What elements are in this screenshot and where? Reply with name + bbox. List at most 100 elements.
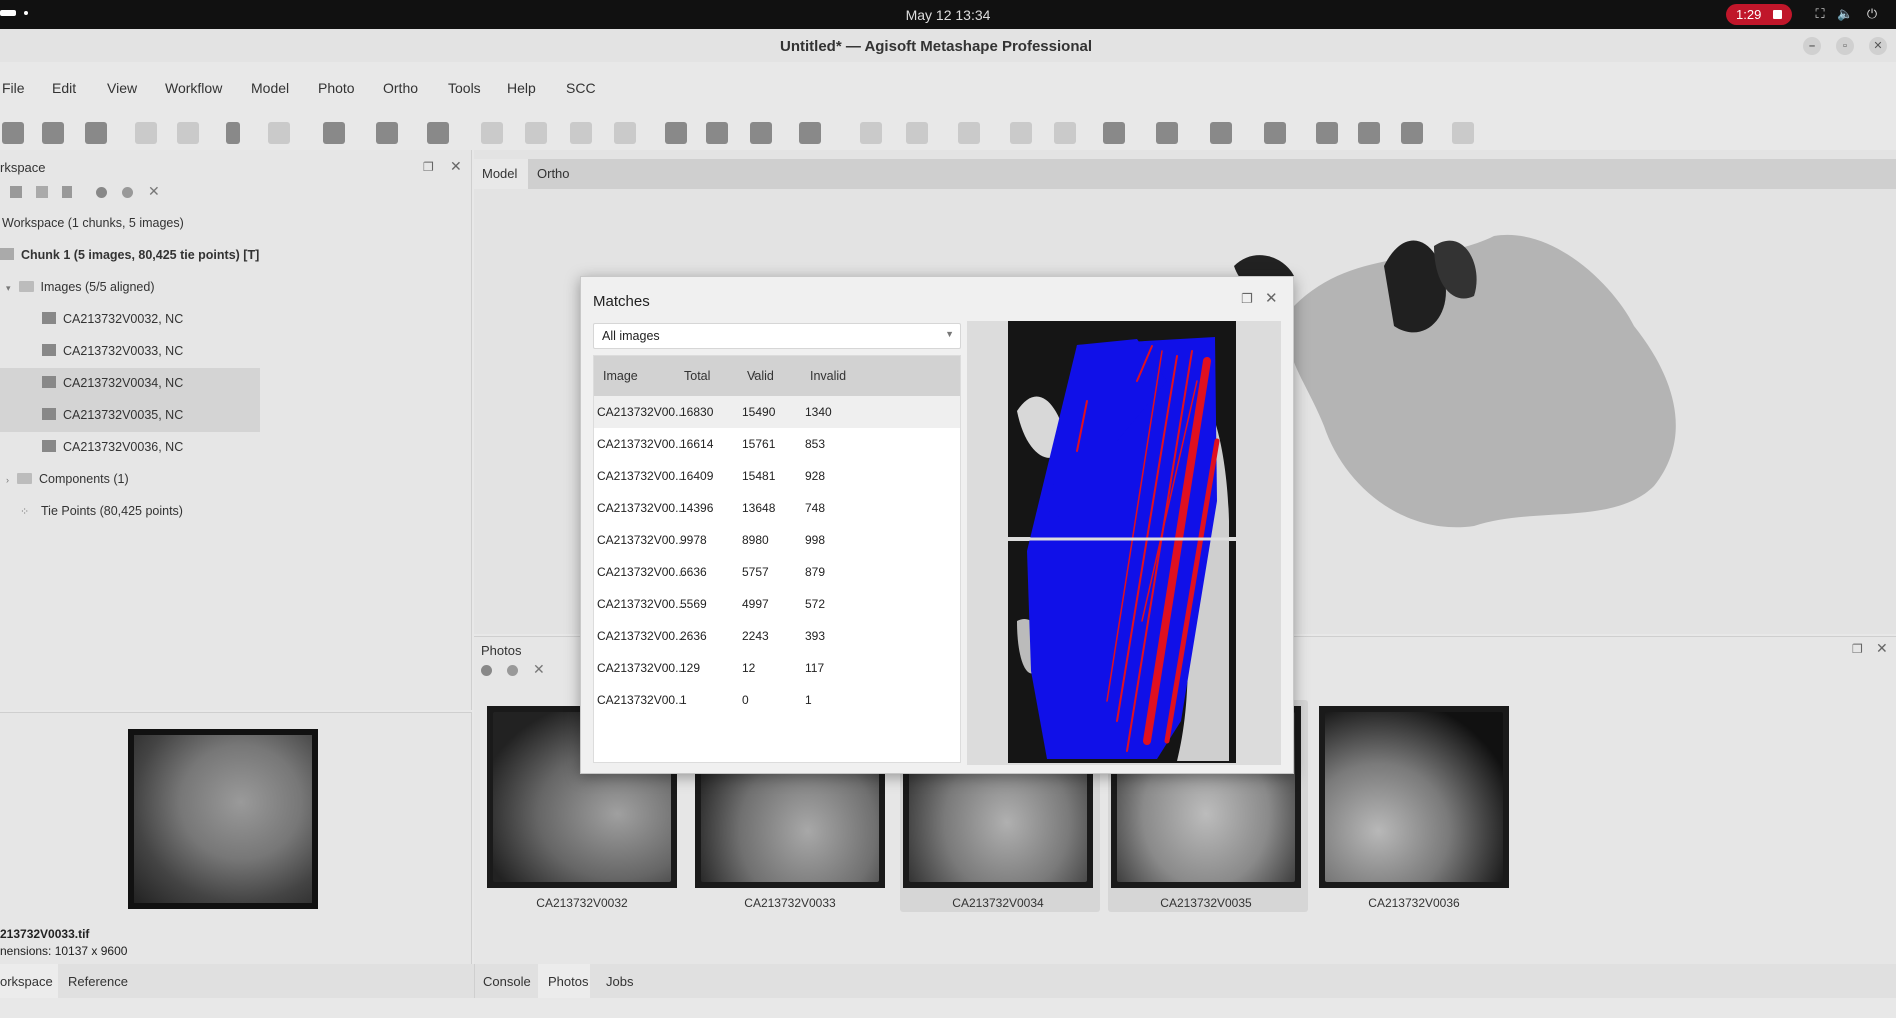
table-row[interactable]: CA213732V00... 16830 15490 1340 (594, 396, 960, 428)
list-icon[interactable] (1264, 122, 1286, 144)
column-valid[interactable]: Valid (747, 369, 774, 383)
shape-draw-icon[interactable] (323, 122, 345, 144)
sphere-icon[interactable] (1103, 122, 1125, 144)
screen-record-indicator[interactable]: 1:29 (1726, 4, 1792, 25)
cut-icon[interactable] (570, 122, 592, 144)
selection-rectangle-icon[interactable] (268, 122, 290, 144)
table-row[interactable]: CA213732V00... 9978 8980 998 (594, 524, 960, 556)
add-chunk-icon[interactable] (10, 186, 22, 198)
volume-icon[interactable]: 🔈 (1837, 6, 1853, 22)
mesh-icon[interactable] (860, 122, 882, 144)
display-icon[interactable] (1210, 122, 1232, 144)
close-dialog-icon[interactable]: ✕ (1265, 289, 1278, 307)
minimize-button[interactable]: – (1803, 37, 1821, 55)
add-marker-icon[interactable] (62, 186, 72, 198)
layers-icon[interactable] (1010, 122, 1032, 144)
save-icon[interactable] (85, 122, 107, 144)
image-item[interactable]: CA213732V0035, NC (42, 408, 183, 422)
zoom-out-icon[interactable] (706, 122, 728, 144)
flag-icon[interactable] (1358, 122, 1380, 144)
points-icon[interactable] (799, 122, 821, 144)
menu-view[interactable]: View (107, 80, 137, 96)
disable-icon[interactable] (122, 187, 133, 198)
ortho-icon[interactable] (1054, 122, 1076, 144)
tab-workspace[interactable]: orkspace (0, 964, 58, 998)
image-item[interactable]: CA213732V0036, NC (42, 440, 183, 454)
tiled-icon[interactable] (906, 122, 928, 144)
close-pane-icon[interactable]: ✕ (1876, 640, 1888, 657)
crop-icon[interactable] (614, 122, 636, 144)
disable-icon[interactable] (507, 665, 518, 676)
workspace-root[interactable]: Workspace (1 chunks, 5 images) (2, 216, 184, 230)
enable-icon[interactable] (481, 665, 492, 676)
photo-thumbnail[interactable] (1319, 706, 1509, 888)
tie-points-item[interactable]: ⁘ Tie Points (80,425 points) (20, 504, 183, 518)
image-item[interactable]: CA213732V0034, NC (42, 376, 183, 390)
dem-icon[interactable] (958, 122, 980, 144)
float-dialog-icon[interactable]: ❐ (1241, 291, 1253, 307)
new-icon[interactable] (2, 122, 24, 144)
collapse-icon[interactable]: ▾ (6, 283, 11, 293)
draw-point-icon[interactable] (525, 122, 547, 144)
match-visualization-pane[interactable] (967, 321, 1281, 765)
clock[interactable]: May 12 13:34 (0, 7, 1896, 23)
tab-ortho[interactable]: Ortho (537, 166, 570, 181)
undo-icon[interactable] (135, 122, 157, 144)
column-image[interactable]: Image (603, 369, 638, 383)
remove-icon[interactable]: ✕ (148, 183, 160, 200)
table-row[interactable]: CA213732V00... 14396 13648 748 (594, 492, 960, 524)
menu-workflow[interactable]: Workflow (165, 80, 222, 96)
chunk-item[interactable]: Chunk 1 (5 images, 80,425 tie points) [T… (0, 248, 259, 262)
expand-icon[interactable]: › (6, 475, 9, 485)
remove-icon[interactable]: ✕ (533, 661, 545, 678)
table-row[interactable]: CA213732V00... 1 0 1 (594, 684, 960, 716)
move-icon[interactable] (750, 122, 772, 144)
maximize-button[interactable]: ▫ (1836, 37, 1854, 55)
pointer-icon[interactable] (226, 122, 240, 144)
redo-icon[interactable] (177, 122, 199, 144)
tab-model[interactable]: Model (474, 159, 528, 189)
column-total[interactable]: Total (684, 369, 710, 383)
zoom-in-icon[interactable] (665, 122, 687, 144)
menu-tools[interactable]: Tools (448, 80, 481, 96)
table-row[interactable]: CA213732V00... 129 12 117 (594, 652, 960, 684)
table-row[interactable]: CA213732V00... 16409 15481 928 (594, 460, 960, 492)
table-row[interactable]: CA213732V00... 5569 4997 572 (594, 588, 960, 620)
menu-model[interactable]: Model (251, 80, 289, 96)
menu-ortho[interactable]: Ortho (383, 80, 418, 96)
close-window-button[interactable]: ✕ (1869, 37, 1887, 55)
menu-file[interactable]: File (2, 80, 25, 96)
table-row[interactable]: CA213732V00... 16614 15761 853 (594, 428, 960, 460)
menu-edit[interactable]: Edit (52, 80, 76, 96)
marker-icon[interactable] (376, 122, 398, 144)
table-row[interactable]: CA213732V00... 6636 5757 879 (594, 556, 960, 588)
open-icon[interactable] (42, 122, 64, 144)
close-pane-icon[interactable]: ✕ (450, 158, 462, 175)
image-item[interactable]: CA213732V0032, NC (42, 312, 183, 326)
tab-photos[interactable]: Photos (538, 964, 590, 998)
camera-icon[interactable] (1156, 122, 1178, 144)
enable-icon[interactable] (96, 187, 107, 198)
add-photos-icon[interactable] (36, 186, 48, 198)
heart-icon[interactable] (1316, 122, 1338, 144)
network-icon[interactable]: ⛶ (1812, 6, 1828, 22)
components-folder[interactable]: › Components (1) (6, 472, 129, 486)
tab-jobs[interactable]: Jobs (606, 974, 633, 989)
extra-tool-icon[interactable] (1452, 122, 1474, 144)
stop-record-icon[interactable] (1773, 10, 1782, 19)
power-icon[interactable]: ⏻ (1864, 6, 1880, 22)
image-icon[interactable] (1401, 122, 1423, 144)
tab-console[interactable]: Console (483, 974, 531, 989)
image-item[interactable]: CA213732V0033, NC (42, 344, 183, 358)
menu-scc[interactable]: SCC (566, 80, 596, 96)
draw-polyline-icon[interactable] (481, 122, 503, 144)
image-filter-select[interactable]: All images ▼ (593, 323, 961, 349)
column-invalid[interactable]: Invalid (810, 369, 846, 383)
float-pane-icon[interactable]: ❐ (423, 160, 434, 174)
ruler-icon[interactable] (427, 122, 449, 144)
float-pane-icon[interactable]: ❐ (1852, 642, 1863, 656)
tab-reference[interactable]: Reference (68, 974, 128, 989)
images-folder[interactable]: ▾ Images (5/5 aligned) (6, 280, 154, 294)
table-row[interactable]: CA213732V00... 2636 2243 393 (594, 620, 960, 652)
menu-photo[interactable]: Photo (318, 80, 355, 96)
